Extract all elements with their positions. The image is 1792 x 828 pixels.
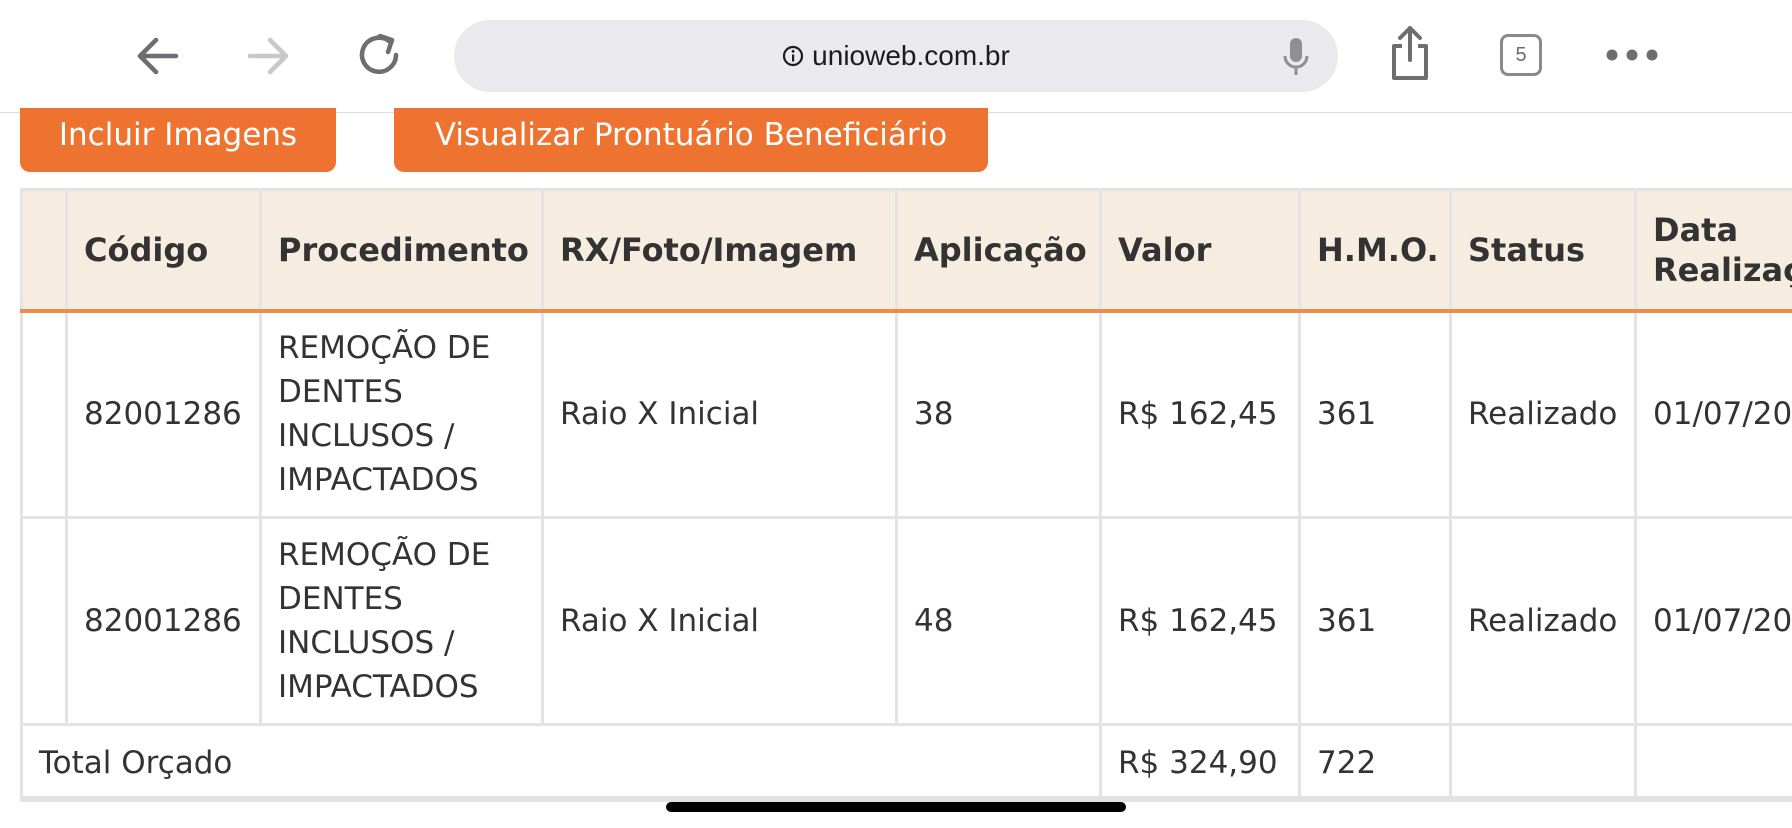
procedures-table-container[interactable]: Código Procedimento RX/Foto/Imagem Aplic… — [20, 188, 1792, 828]
browser-toolbar: unioweb.com.br 5 — [0, 0, 1792, 113]
incluir-imagens-button[interactable]: Incluir Imagens — [20, 108, 336, 172]
home-indicator[interactable] — [666, 802, 1126, 812]
cell-hmo: 361 — [1298, 309, 1452, 519]
more-options-icon[interactable] — [1604, 46, 1660, 64]
cell-aplicacao: 38 — [895, 309, 1102, 519]
visualizar-prontuario-button[interactable]: Visualizar Prontuário Beneficiário — [394, 108, 988, 172]
header-aplicacao: Aplicação — [895, 188, 1102, 313]
total-hmo: 722 — [1298, 723, 1452, 802]
table-row[interactable]: 82001286 REMOÇÃO DE DENTES INCLUSOS / IM… — [20, 309, 1792, 519]
cell-status: Realizado — [1449, 516, 1637, 726]
header-codigo: Código — [65, 188, 262, 313]
header-hmo: H.M.O. — [1298, 188, 1452, 313]
tab-count-button[interactable]: 5 — [1500, 34, 1542, 76]
cell-data: 01/07/2019 — [1634, 516, 1792, 726]
total-empty-cell — [1634, 723, 1792, 802]
cell-status: Realizado — [1449, 309, 1637, 519]
table-bottom-divider — [20, 796, 1792, 799]
header-cell-select — [20, 188, 68, 313]
header-data-realizacao: Data Realização — [1634, 188, 1792, 313]
procedures-table: Código Procedimento RX/Foto/Imagem Aplic… — [20, 188, 1792, 802]
cell-codigo: 82001286 — [65, 516, 262, 726]
cell-data: 01/07/2019 — [1634, 309, 1792, 519]
total-valor: R$ 324,90 — [1099, 723, 1301, 802]
row-select-cell[interactable] — [20, 516, 68, 726]
header-status: Status — [1449, 188, 1637, 313]
back-arrow-icon[interactable] — [132, 30, 184, 82]
header-procedimento: Procedimento — [259, 188, 544, 313]
tab-count: 5 — [1515, 43, 1527, 66]
total-label: Total Orçado — [20, 723, 1102, 802]
header-rx-foto-imagem: RX/Foto/Imagem — [541, 188, 898, 313]
forward-arrow-icon[interactable] — [242, 30, 294, 82]
cell-rx: Raio X Inicial — [541, 516, 898, 726]
cell-valor: R$ 162,45 — [1099, 516, 1301, 726]
info-icon[interactable] — [782, 45, 804, 67]
reload-icon[interactable] — [352, 28, 406, 82]
row-select-cell[interactable] — [20, 309, 68, 519]
address-bar[interactable]: unioweb.com.br — [454, 20, 1338, 92]
cell-aplicacao: 48 — [895, 516, 1102, 726]
cell-procedimento: REMOÇÃO DE DENTES INCLUSOS / IMPACTADOS — [259, 309, 544, 519]
header-valor: Valor — [1099, 188, 1301, 313]
cell-rx: Raio X Inicial — [541, 309, 898, 519]
total-row: Total Orçado R$ 324,90 722 — [20, 723, 1792, 802]
share-icon[interactable] — [1388, 24, 1432, 82]
table-header-row: Código Procedimento RX/Foto/Imagem Aplic… — [20, 188, 1792, 313]
total-empty-cell — [1449, 723, 1637, 802]
cell-procedimento: REMOÇÃO DE DENTES INCLUSOS / IMPACTADOS — [259, 516, 544, 726]
cell-valor: R$ 162,45 — [1099, 309, 1301, 519]
url-text: unioweb.com.br — [812, 40, 1010, 71]
microphone-icon[interactable] — [1282, 36, 1310, 78]
cell-codigo: 82001286 — [65, 309, 262, 519]
cell-hmo: 361 — [1298, 516, 1452, 726]
table-row[interactable]: 82001286 REMOÇÃO DE DENTES INCLUSOS / IM… — [20, 516, 1792, 726]
